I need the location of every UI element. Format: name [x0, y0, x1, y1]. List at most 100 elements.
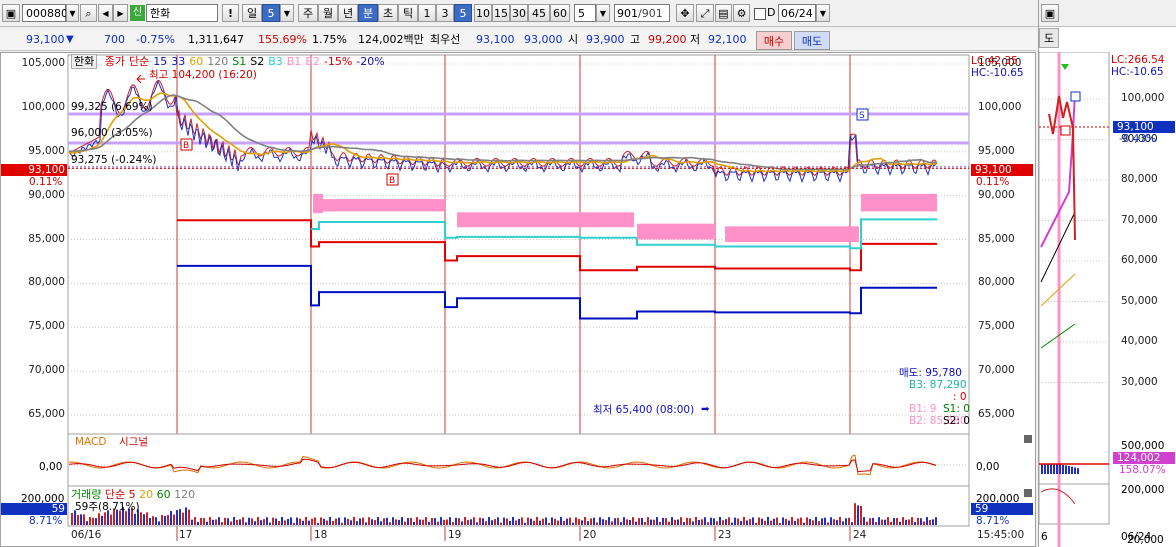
volume-bar [674, 519, 676, 525]
save-icon[interactable]: ▤ [715, 4, 732, 22]
crosshair-icon[interactable]: ✥ [676, 4, 694, 22]
date-checkbox[interactable] [754, 8, 766, 20]
volume-bar [110, 514, 112, 525]
count-input[interactable]: 901/901 [614, 4, 670, 22]
date-input[interactable]: 06/24 [778, 4, 816, 22]
interval-5-button[interactable]: 5 [454, 4, 472, 22]
open-label: 시 [568, 33, 579, 46]
volume-bar [278, 521, 280, 525]
legend-item[interactable]: 15 [153, 55, 167, 68]
volume-bar [326, 520, 328, 525]
interval-input[interactable]: 5 [574, 4, 596, 22]
year-button[interactable]: 년 [338, 4, 358, 22]
current-pct-tag: 0.11% [29, 176, 63, 188]
volume-bar [638, 518, 640, 525]
low-arrow-icon: ➡ [701, 404, 710, 415]
chart-menu-icon[interactable]: ▣ [2, 4, 20, 22]
volume-bar [425, 517, 427, 525]
interval-3-button[interactable]: 3 [436, 4, 454, 22]
volume-bar [143, 514, 145, 525]
interval-15-button[interactable]: 15 [492, 4, 510, 22]
volume-bar [728, 517, 730, 525]
volume-bar [827, 522, 829, 525]
period-num-button[interactable]: 5 [262, 4, 280, 22]
minute-button[interactable]: 분 [358, 4, 378, 22]
buy-button[interactable]: 매수 [756, 31, 792, 50]
legend-item[interactable]: S2 [250, 55, 264, 68]
right-volume-bar [1059, 464, 1061, 474]
volume-bar [605, 520, 607, 525]
volume-bar [629, 519, 631, 525]
volume-bar [743, 517, 745, 525]
draw-tool-icon[interactable]: ⤢ [696, 4, 714, 22]
volume-bar [413, 521, 415, 525]
legend-item[interactable]: 60 [189, 55, 203, 68]
prev-stock-icon[interactable]: ◀ [98, 4, 113, 22]
legend-item[interactable]: 단순 [129, 55, 149, 68]
settings-gear-icon[interactable]: ⚙ [733, 4, 750, 22]
pink-band [725, 226, 859, 243]
colon-zero-label: : 0 [953, 391, 967, 403]
legend-item[interactable]: B3 [268, 55, 283, 68]
right-y-tick-label: 40,000 [1121, 335, 1158, 347]
legend-stock-name[interactable]: 한화 [71, 54, 98, 69]
right-volume-bar [1074, 467, 1076, 474]
interval-10-button[interactable]: 10 [474, 4, 492, 22]
legend-item[interactable]: -20% [356, 55, 384, 68]
volume-close-icon[interactable] [1024, 489, 1032, 497]
volume-bar [491, 520, 493, 525]
right-lc-label: LC:266.54 [1111, 54, 1165, 66]
right-y-tick-label: 70,000 [1121, 213, 1158, 226]
volume-bar [251, 518, 253, 525]
interval-45-button[interactable]: 45 [528, 4, 550, 22]
tick-button[interactable]: 틱 [398, 4, 418, 22]
legend-item[interactable]: B1 [287, 55, 302, 68]
stock-code-input[interactable]: 000880 [22, 4, 68, 22]
legend-item[interactable]: -15% [324, 55, 352, 68]
volume-bar [377, 517, 379, 525]
volume-bar [656, 517, 658, 525]
legend-item[interactable]: S1 [232, 55, 246, 68]
volume-bar [161, 514, 163, 525]
interval-60-button[interactable]: 60 [550, 4, 570, 22]
date-dropdown-icon[interactable]: ▼ [816, 4, 830, 22]
search-icon[interactable]: ⌕ [80, 4, 97, 22]
right-mini-chart[interactable]: ▣ 도 LC:266.54 HC:-10.65 100,000 90,000 80,… [1038, 0, 1176, 547]
week-button[interactable]: 주 [298, 4, 318, 22]
legend-item[interactable]: 120 [207, 55, 228, 68]
volume-bar [317, 522, 319, 525]
volume-bar [533, 520, 535, 525]
legend-item[interactable]: B2 [305, 55, 320, 68]
legend-item[interactable]: 종가 [105, 55, 125, 68]
volume-ma-20: 20 [139, 488, 154, 501]
volume-value-tag: 59 [1, 503, 67, 515]
macd-close-icon[interactable] [1024, 435, 1032, 443]
lc-label: LC:42.35 [971, 55, 1018, 67]
second-button[interactable]: 초 [378, 4, 398, 22]
interval-30-button[interactable]: 30 [510, 4, 528, 22]
month-button[interactable]: 월 [318, 4, 338, 22]
chart-area[interactable]: BBS 한화 종가 단순 15 33 60 120 S1 S2 B3 B1 B2 -15% -20% 1… [0, 52, 1036, 547]
right-y-tick-label: 30,000 [1121, 375, 1158, 388]
right-tab[interactable]: 도 [1039, 28, 1059, 48]
period-day-button[interactable]: 일 [242, 4, 262, 22]
main-chart-svg[interactable]: B B S [1, 53, 1035, 546]
sell-button[interactable]: 매도 [794, 31, 830, 50]
interval-1-button[interactable]: 1 [418, 4, 436, 22]
interval-dropdown-icon[interactable]: ▼ [596, 4, 610, 22]
code-dropdown-icon[interactable]: ▼ [66, 4, 79, 22]
warning-button[interactable]: ! [222, 4, 239, 22]
high-price: 99,200 [648, 33, 687, 46]
volume-bar [845, 518, 847, 525]
volume-bar [248, 517, 250, 525]
right-vol-tick-2: 200,000 [1121, 484, 1165, 496]
right-chart-menu-icon[interactable]: ▣ [1041, 4, 1059, 22]
y-tick-label-right: 100,000 [978, 100, 1022, 113]
volume-bar [71, 513, 73, 525]
stock-name-field[interactable]: 한화 [146, 4, 218, 22]
volume-bar [245, 522, 247, 525]
legend-item[interactable]: 33 [171, 55, 185, 68]
period-dropdown-icon[interactable]: ▼ [280, 4, 294, 22]
next-stock-icon[interactable]: ▶ [113, 4, 128, 22]
best-bid: 93,000 [524, 33, 563, 46]
